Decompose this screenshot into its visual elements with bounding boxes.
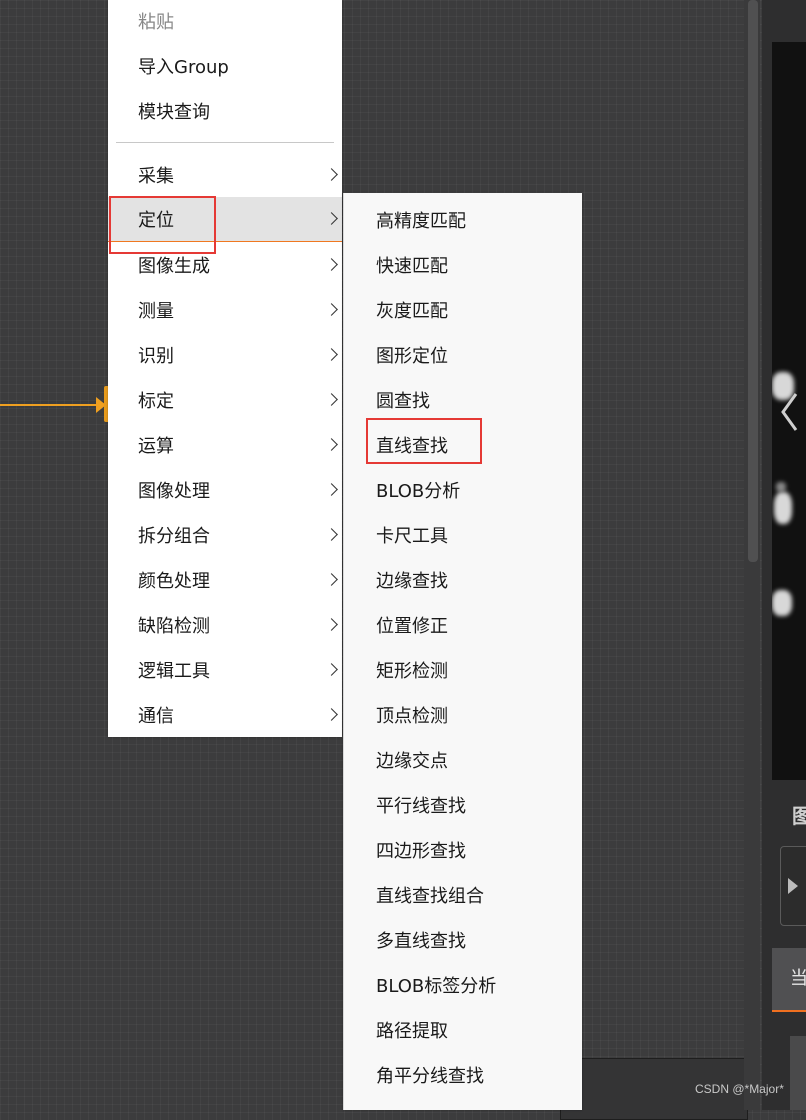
- chevron-right-icon: [325, 527, 338, 541]
- chevron-right-icon: [325, 572, 338, 586]
- menu-item-image-processing[interactable]: 图像处理: [108, 467, 342, 512]
- menu-item-compute[interactable]: 运算: [108, 422, 342, 467]
- submenu-item[interactable]: 边缘查找: [344, 557, 582, 602]
- submenu-item[interactable]: 顶点检测: [344, 692, 582, 737]
- menu-item-import-group[interactable]: 导入Group: [108, 43, 342, 88]
- submenu-item[interactable]: BLOB标签分析: [344, 962, 582, 1007]
- submenu-item[interactable]: 直线查找组合: [344, 872, 582, 917]
- flow-connector: [0, 404, 98, 406]
- chevron-right-icon: [325, 482, 338, 496]
- menu-item-measure[interactable]: 测量: [108, 287, 342, 332]
- panel-tab-label: 当: [790, 968, 806, 989]
- menu-item-recognize[interactable]: 识别: [108, 332, 342, 377]
- chevron-left-icon[interactable]: [780, 392, 798, 432]
- submenu-item[interactable]: 边缘交点: [344, 737, 582, 782]
- submenu-item[interactable]: 角平分线查找: [344, 1052, 582, 1097]
- submenu-item[interactable]: 卡尺工具: [344, 512, 582, 557]
- menu-item-paste: 粘贴: [138, 11, 174, 33]
- chevron-right-icon: [325, 617, 338, 631]
- submenu-item[interactable]: 四边形查找: [344, 827, 582, 872]
- submenu-item[interactable]: 灰度匹配: [344, 287, 582, 332]
- menu-item-module-query[interactable]: 模块查询: [108, 88, 342, 133]
- chevron-right-icon: [325, 347, 338, 361]
- chevron-right-icon: [325, 167, 338, 181]
- submenu-item[interactable]: 图形定位: [344, 332, 582, 377]
- locate-submenu: 高精度匹配 快速匹配 灰度匹配 图形定位 圆查找 直线查找 BLOB分析 卡尺工…: [343, 193, 582, 1110]
- highlight-box-locate: [109, 196, 216, 254]
- chevron-right-icon: [325, 707, 338, 721]
- chevron-right-icon: [325, 437, 338, 451]
- chevron-right-icon: [325, 302, 338, 316]
- submenu-item[interactable]: 路径提取: [344, 1007, 582, 1052]
- canvas-scrollbar-thumb[interactable]: [748, 0, 758, 562]
- submenu-item[interactable]: 圆查找: [344, 377, 582, 422]
- panel-label: 图: [792, 804, 806, 828]
- context-menu: 粘贴 导入Group 模块查询 采集 定位 图像生成 测量 识别 标定 运算 图…: [108, 0, 342, 737]
- watermark: CSDN @*Major*: [695, 1082, 784, 1096]
- chevron-right-icon: [325, 662, 338, 676]
- menu-item-logic-tools[interactable]: 逻辑工具: [108, 647, 342, 692]
- submenu-item[interactable]: 矩形检测: [344, 647, 582, 692]
- menu-item-color-processing[interactable]: 颜色处理: [108, 557, 342, 602]
- play-icon[interactable]: [788, 878, 798, 894]
- chevron-right-icon: [325, 212, 338, 225]
- menu-separator: [116, 142, 334, 143]
- menu-item-calibrate[interactable]: 标定: [108, 377, 342, 422]
- menu-item-acquire[interactable]: 采集: [108, 152, 342, 197]
- submenu-item[interactable]: 平行线查找: [344, 782, 582, 827]
- highlight-box-line-find: [366, 418, 482, 464]
- submenu-item[interactable]: 多直线查找: [344, 917, 582, 962]
- menu-item-communication[interactable]: 通信: [108, 692, 342, 737]
- panel-bottom-area: [790, 1036, 806, 1110]
- submenu-item[interactable]: 位置修正: [344, 602, 582, 647]
- submenu-item[interactable]: BLOB分析: [344, 467, 582, 512]
- menu-item-defect-detection[interactable]: 缺陷检测: [108, 602, 342, 647]
- submenu-item[interactable]: 高精度匹配: [344, 197, 582, 242]
- menu-item-split-combine[interactable]: 拆分组合: [108, 512, 342, 557]
- chevron-right-icon: [325, 257, 338, 271]
- chevron-right-icon: [325, 392, 338, 406]
- submenu-item[interactable]: 快速匹配: [344, 242, 582, 287]
